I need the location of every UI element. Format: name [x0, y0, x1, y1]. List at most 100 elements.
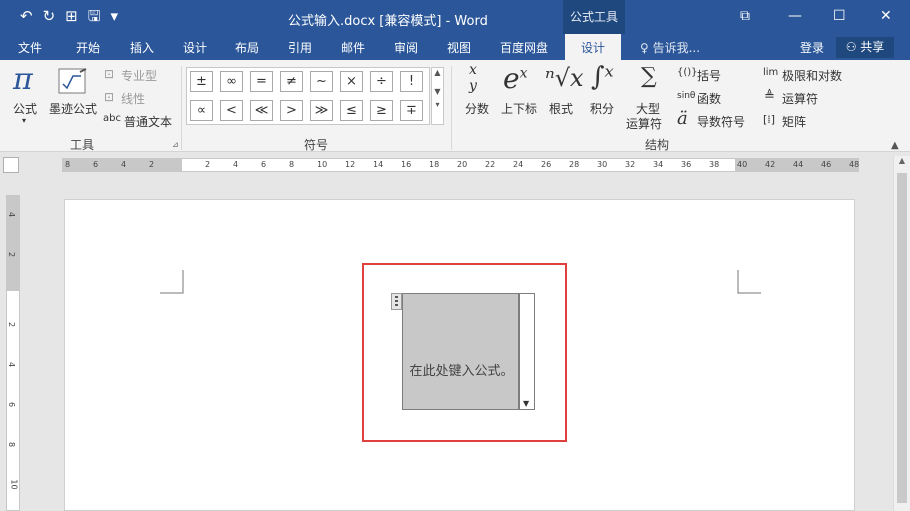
customize-qat-icon[interactable]: ▾	[111, 7, 119, 25]
function-label: 函数	[697, 92, 722, 106]
ruler-tick-label: 42	[765, 160, 776, 169]
tab-review[interactable]: 审阅	[394, 39, 418, 56]
undo-icon[interactable]: ↶	[20, 7, 33, 25]
symbol-times[interactable]: ×	[340, 71, 363, 92]
symbol-less-equal[interactable]: ≤	[340, 100, 363, 121]
share-button[interactable]: ⚇ 共享	[836, 37, 894, 58]
symbol-less-than[interactable]: <	[220, 100, 243, 121]
crop-mark-top-left	[160, 270, 184, 294]
symbols-scroll[interactable]: ▲ ▼ ▾	[431, 67, 444, 125]
ruler-tick-label: 4	[7, 211, 17, 218]
ruler-tick-label: 2	[205, 160, 211, 169]
symbol-much-greater[interactable]: ≫	[310, 100, 333, 121]
symbol-minus-plus[interactable]: ∓	[400, 100, 423, 121]
ruler-tick-label: 36	[681, 160, 692, 169]
ruler-tick-label: 40	[737, 160, 748, 169]
close-icon[interactable]: ✕	[880, 8, 892, 24]
scroll-up-arrow-icon[interactable]: ▲	[894, 156, 910, 170]
vertical-ruler[interactable]: 4 2 2 4 6 8 10	[6, 195, 20, 511]
tab-insert[interactable]: 插入	[130, 39, 154, 56]
symbol-plus-minus[interactable]: ±	[190, 71, 213, 92]
ruler-tick-label: 6	[93, 160, 99, 169]
ruler-tick-label: 30	[597, 160, 608, 169]
tell-me-text: 告诉我...	[652, 41, 701, 55]
touch-mode-icon[interactable]: ⊞	[65, 7, 78, 25]
ruler-tick-label: 2	[7, 251, 17, 258]
ink-equation-icon	[58, 68, 87, 94]
chevron-down-icon: ▾	[22, 116, 27, 125]
sum-icon: ∑	[641, 64, 657, 89]
title-bar: ↶ ↻ ⊞ 🖫 ▾ 公式输入.docx [兼容模式] - Word 公式工具 ⧉…	[0, 0, 910, 34]
ruler-tick-label: 14	[373, 160, 384, 169]
scroll-up-icon[interactable]: ▲	[432, 68, 443, 77]
ruler-tick-label: 8	[7, 441, 17, 448]
ruler-tick-label: 38	[709, 160, 720, 169]
tab-selector[interactable]	[3, 157, 19, 173]
symbol-equals[interactable]: =	[250, 71, 273, 92]
symbol-factorial[interactable]: !	[400, 71, 423, 92]
ruler-tick-label: 4	[233, 160, 239, 169]
scroll-down-icon[interactable]: ▼	[432, 87, 443, 96]
ruler-tick-label: 4	[121, 160, 127, 169]
minimize-icon[interactable]: —	[788, 8, 802, 24]
tab-references[interactable]: 引用	[288, 39, 312, 56]
abc-icon: abc	[103, 113, 121, 124]
more-icon[interactable]: ▾	[432, 100, 443, 109]
ribbon-display-icon[interactable]: ⧉	[740, 8, 750, 24]
symbol-divide[interactable]: ÷	[370, 71, 393, 92]
symbol-tilde[interactable]: ~	[310, 71, 333, 92]
save-icon[interactable]: 🖫	[88, 7, 101, 25]
maximize-icon[interactable]: ☐	[833, 8, 846, 24]
ruler-tick-label: 48	[849, 160, 860, 169]
tab-view[interactable]: 视图	[447, 39, 471, 56]
lightbulb-icon: ♀	[640, 41, 653, 55]
ruler-tick-label: 46	[821, 160, 832, 169]
equation-label: 公式	[13, 102, 38, 116]
ruler-tick-label: 26	[541, 160, 552, 169]
radical-label: 根式	[549, 102, 574, 116]
symbol-much-less[interactable]: ≪	[250, 100, 273, 121]
symbols-group-label: 符号	[304, 138, 329, 152]
collapse-ribbon-icon[interactable]: ▲	[891, 140, 899, 151]
symbol-not-equal[interactable]: ≠	[280, 71, 303, 92]
horizontal-ruler[interactable]: 8 6 4 2 2 4 6 8 10 12 14 16 18 20 22 24 26 28 30 32 34 36 38 40…	[62, 158, 859, 172]
equation-move-handle[interactable]	[391, 293, 402, 310]
professional-icon: ⊡	[104, 67, 115, 81]
tab-design[interactable]: 设计	[183, 39, 207, 56]
sign-in-link[interactable]: 登录	[800, 39, 824, 56]
tab-baidu-netdisk[interactable]: 百度网盘	[500, 39, 548, 56]
ruler-tick-label: 34	[653, 160, 664, 169]
tab-home[interactable]: 开始	[76, 39, 100, 56]
redo-icon[interactable]: ↻	[43, 7, 56, 25]
ruler-tick-label: 6	[7, 401, 17, 408]
tell-me-search[interactable]: ♀ 告诉我...	[640, 39, 700, 56]
group-separator	[181, 66, 182, 150]
dialog-launcher-icon[interactable]: ⊿	[172, 140, 179, 149]
integral-icon: ∫ˣ	[591, 62, 614, 92]
vertical-scrollbar[interactable]: ▲	[893, 156, 910, 511]
symbol-infinity[interactable]: ∞	[220, 71, 243, 92]
ruler-tick-label: 2	[149, 160, 155, 169]
ruler-tick-label: 44	[793, 160, 804, 169]
bracket-icon: {()}	[677, 67, 698, 78]
symbol-greater-equal[interactable]: ≥	[370, 100, 393, 121]
equation-container[interactable]: 在此处键入公式。 ▼	[391, 293, 535, 410]
equation-options-dropdown[interactable]: ▼	[519, 293, 535, 410]
window-title: 公式输入.docx [兼容模式] - Word	[288, 14, 488, 29]
fraction-label: 分数	[465, 102, 490, 116]
operator-icon: ≜	[764, 89, 775, 104]
symbol-proportional[interactable]: ∝	[190, 100, 213, 121]
scrollbar-thumb[interactable]	[897, 173, 907, 503]
tab-equation-design[interactable]: 设计	[565, 34, 622, 60]
tab-mailings[interactable]: 邮件	[341, 39, 365, 56]
ruler-tick-label: 10	[317, 160, 328, 169]
ruler-tick-label: 10	[9, 479, 19, 490]
symbol-greater-than[interactable]: >	[280, 100, 303, 121]
ruler-tick-label: 24	[513, 160, 524, 169]
tab-layout[interactable]: 布局	[235, 39, 259, 56]
bracket-label: 括号	[697, 69, 722, 83]
ruler-tick-label: 32	[625, 160, 636, 169]
professional-label: 专业型	[121, 69, 158, 83]
equation-input[interactable]: 在此处键入公式。	[402, 293, 519, 410]
tab-file[interactable]: 文件	[18, 39, 42, 56]
